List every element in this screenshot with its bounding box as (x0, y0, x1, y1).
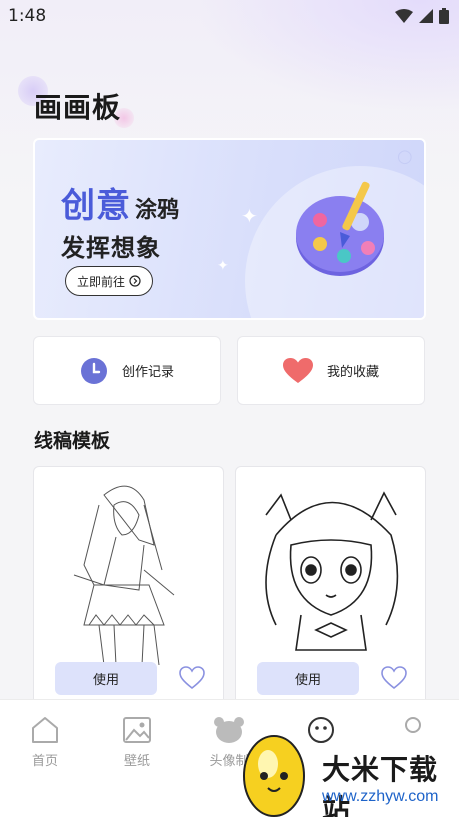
sparkle-icon: ✦ (217, 258, 229, 274)
section-title: 线稿模板 (34, 430, 111, 452)
home-icon (32, 717, 58, 743)
image-icon (123, 717, 151, 743)
tab-home[interactable]: 首页 (10, 716, 80, 769)
promo-banner[interactable]: ✦ ✦ ○ 创意 涂鸦 发挥想象 立即前往 (33, 138, 426, 320)
use-template-button[interactable]: 使用 (55, 662, 157, 695)
tab-wallpaper[interactable]: 壁纸 (102, 716, 172, 769)
sketch-anime-girl-image (265, 491, 399, 651)
my-favorites-label: 我的收藏 (326, 365, 379, 380)
watermark-url: www.zzhyw.com (322, 788, 439, 805)
bubble-icon: ○ (397, 146, 413, 167)
use-template-label: 使用 (92, 673, 119, 688)
tab-home-label: 首页 (31, 754, 58, 769)
palette-icon (296, 181, 384, 276)
battery-icon (439, 8, 449, 24)
creation-history-label: 创作记录 (121, 365, 174, 380)
favorite-heart-icon[interactable] (381, 666, 407, 690)
clock-icon (80, 357, 107, 384)
banner-subheadline: 涂鸦 (135, 198, 180, 223)
use-template-button[interactable]: 使用 (257, 662, 359, 695)
use-template-label: 使用 (294, 673, 321, 688)
banner-tagline: 发挥想象 (61, 234, 161, 262)
go-now-label: 立即前往 (76, 274, 125, 289)
wifi-icon (395, 9, 413, 23)
tab-wallpaper-label: 壁纸 (123, 754, 150, 769)
go-now-button[interactable]: 立即前往 (65, 266, 153, 296)
page-title: 画画板 (34, 91, 122, 124)
creation-history-card[interactable]: 创作记录 (33, 336, 221, 405)
banner-headline: 创意 (61, 186, 131, 226)
my-favorites-card[interactable]: 我的收藏 (237, 336, 425, 405)
status-time: 1:48 (8, 6, 47, 26)
signal-icon (419, 9, 433, 23)
template-card[interactable]: 使用 (235, 466, 426, 706)
heart-icon (282, 357, 313, 383)
status-bar: 1:48 (0, 0, 459, 32)
sketch-girl-image (73, 485, 175, 665)
arrow-circle-icon (129, 275, 141, 287)
watermark-text: 大米下载站 (322, 753, 439, 817)
sparkle-icon: ✦ (241, 204, 258, 228)
template-card[interactable]: 使用 (33, 466, 224, 706)
favorite-heart-icon[interactable] (179, 666, 205, 690)
